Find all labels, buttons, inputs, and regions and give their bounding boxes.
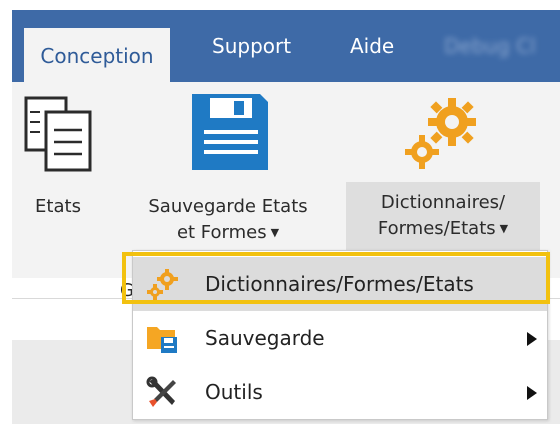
dictionnaires-label-line1: Dictionnaires/ — [380, 192, 506, 213]
menu-item-label: Sauvegarde — [205, 326, 325, 350]
tab-blurred[interactable]: Debug Cl — [444, 10, 536, 82]
menu-bar: Conception Support Aide Debug Cl — [12, 10, 560, 82]
sauvegarde-label-line2-wrap: et Formes ▼ — [122, 220, 334, 246]
tab-support[interactable]: Support — [212, 10, 291, 82]
folder-save-icon — [147, 327, 177, 353]
sauvegarde-label-line1: Sauvegarde Etats — [148, 196, 308, 217]
dictionnaires-label-line2-wrap: Formes/Etats ▼ — [346, 216, 540, 242]
sauvegarde-etats-formes-button[interactable]: Sauvegarde Etats et Formes ▼ — [122, 90, 334, 246]
dictionnaires-dropdown-menu: Dictionnaires/Formes/Etats Sauvegarde Ou… — [132, 250, 548, 420]
tab-aide[interactable]: Aide — [350, 10, 394, 82]
gears-icon — [147, 269, 178, 300]
dictionnaires-formes-etats-button[interactable]: Dictionnaires/ Formes/Etats ▼ — [346, 182, 540, 252]
etats-label: Etats — [35, 196, 81, 217]
menu-item-dictionnaires-formes-etats[interactable]: Dictionnaires/Formes/Etats — [133, 257, 547, 311]
dictionnaires-label-line2: Formes/Etats — [377, 218, 496, 239]
menu-item-outils[interactable]: Outils — [133, 365, 547, 419]
left-margin — [0, 10, 12, 424]
menu-item-label: Outils — [205, 380, 263, 404]
menu-item-sauvegarde[interactable]: Sauvegarde — [133, 311, 547, 365]
sauvegarde-label-line2: et Formes — [176, 222, 267, 243]
submenu-arrow-icon — [527, 332, 537, 346]
gears-icon — [405, 98, 476, 169]
submenu-arrow-icon — [527, 386, 537, 400]
document-list-icon — [24, 96, 92, 172]
chevron-down-icon: ▼ — [499, 222, 509, 235]
floppy-disk-icon — [192, 94, 268, 170]
menu-item-label: Dictionnaires/Formes/Etats — [205, 272, 474, 296]
tools-icon — [146, 376, 176, 407]
chevron-down-icon: ▼ — [270, 226, 280, 239]
tab-conception[interactable]: Conception — [24, 28, 170, 82]
etats-button[interactable]: Etats — [22, 90, 94, 220]
top-margin — [0, 0, 560, 10]
